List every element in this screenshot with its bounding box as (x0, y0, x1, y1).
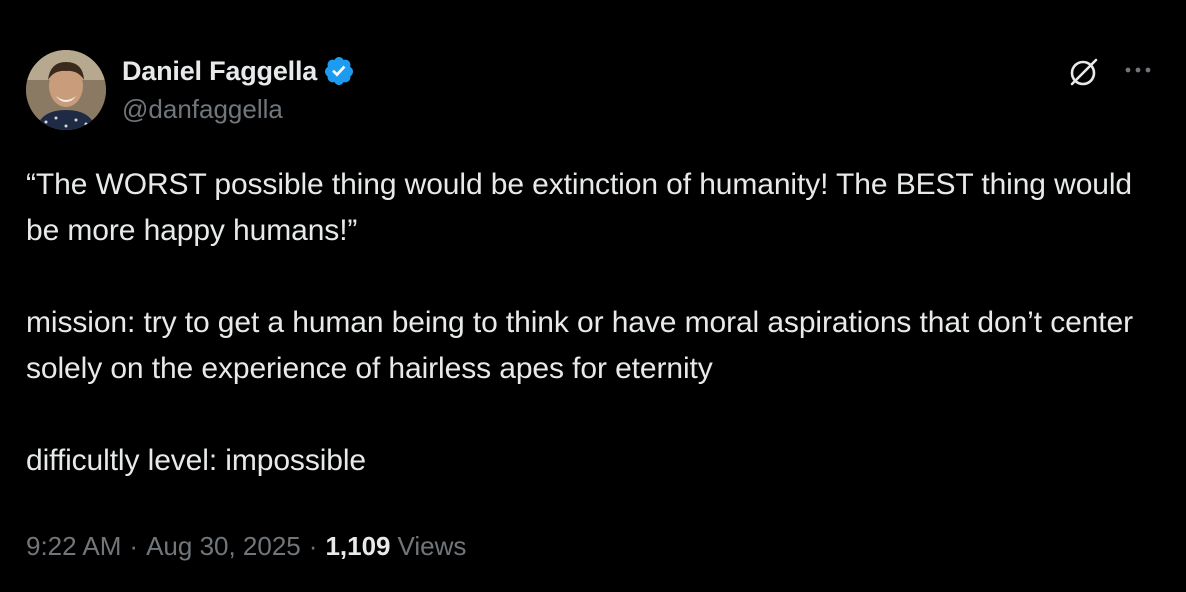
meta-separator: · (308, 531, 318, 561)
tweet-card: Daniel Faggella @danfaggella “The WORST … (0, 0, 1186, 592)
tweet-date[interactable]: Aug 30, 2025 (146, 531, 301, 562)
tweet-time[interactable]: 9:22 AM (26, 531, 121, 562)
meta-separator: · (129, 531, 139, 561)
more-dots-icon[interactable] (1120, 56, 1156, 84)
avatar[interactable] (26, 50, 106, 130)
grok-icon[interactable] (1066, 54, 1102, 90)
verified-badge-icon[interactable] (323, 55, 355, 87)
author-handle[interactable]: @danfaggella (122, 94, 283, 125)
avatar-photo (26, 50, 106, 130)
views-count[interactable]: 1,109 (325, 531, 390, 562)
views-label: Views (397, 531, 467, 561)
tweet-meta: 9:22 AM · Aug 30, 2025 · 1,109 Views (26, 531, 466, 562)
tweet-text: “The WORST possible thing would be extin… (26, 168, 1133, 477)
author-name-row: Daniel Faggella (122, 54, 355, 88)
author-display-name[interactable]: Daniel Faggella (122, 56, 317, 87)
